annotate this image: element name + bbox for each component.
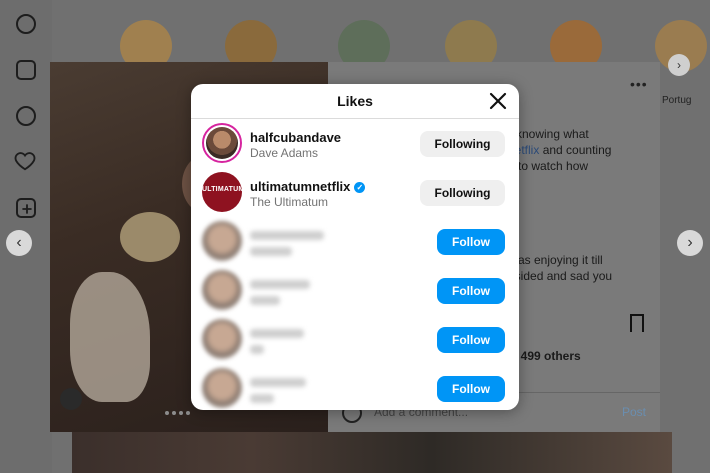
like-row: Follow (191, 266, 519, 315)
blurred-username (250, 329, 304, 338)
full-name: The Ultimatum (250, 195, 329, 209)
follow-button[interactable]: Follow (437, 376, 505, 402)
next-post-arrow-icon[interactable]: › (677, 230, 703, 256)
avatar[interactable] (202, 368, 242, 408)
following-button[interactable]: Following (420, 131, 505, 157)
likes-list[interactable]: halfcubandave Dave Adams Following ULTIM… (191, 119, 519, 410)
save-bookmark-icon[interactable] (630, 314, 644, 332)
like-row: halfcubandave Dave Adams Following (191, 119, 519, 168)
messenger-icon[interactable] (16, 106, 36, 126)
caption-line: to watch how (518, 159, 589, 173)
reels-icon[interactable] (16, 60, 36, 80)
avatar[interactable] (202, 123, 242, 163)
username[interactable]: halfcubandave (250, 130, 341, 145)
username-text: ultimatumnetflix (250, 179, 351, 194)
full-name: Dave Adams (250, 146, 319, 160)
blurred-full-name (250, 247, 292, 256)
follow-button[interactable]: Follow (437, 278, 505, 304)
following-button[interactable]: Following (420, 180, 505, 206)
caption-text: and counting (539, 143, 612, 157)
close-icon[interactable] (487, 90, 509, 112)
comment-line: as enjoying it till (518, 253, 603, 267)
avatar[interactable] (202, 270, 242, 310)
blurred-full-name (250, 394, 274, 403)
likes-dialog-header: Likes (191, 84, 519, 119)
blurred-username (250, 280, 310, 289)
likes-dialog-title: Likes (337, 93, 373, 109)
blurred-full-name (250, 296, 280, 305)
post-image-detail (70, 272, 150, 402)
username[interactable]: ultimatumnetflix ✓ (250, 179, 366, 194)
caption-line: knowing what (516, 127, 589, 141)
previous-post-arrow-icon[interactable]: ‹ (6, 230, 32, 256)
caption-line: netflix and counting (508, 142, 611, 158)
likes-dialog: Likes halfcubandave Dave Adams Following… (191, 84, 519, 410)
more-options-icon[interactable]: ••• (630, 76, 648, 92)
like-row: Follow (191, 315, 519, 364)
explore-icon[interactable] (16, 14, 36, 34)
stories-row (70, 20, 710, 72)
feed-thumbnails-row (72, 432, 672, 473)
ultimatum-logo: ULTIMATUM (202, 186, 242, 193)
like-row: Follow (191, 364, 519, 410)
avatar[interactable] (202, 221, 242, 261)
follow-button[interactable]: Follow (437, 327, 505, 353)
story-label: Portug (662, 95, 692, 106)
create-icon[interactable] (16, 198, 36, 218)
comment-line: dsided and sad you (508, 269, 613, 283)
avatar[interactable] (202, 319, 242, 359)
blurred-username (250, 378, 306, 387)
like-row: Follow (191, 217, 519, 266)
post-image-detail (120, 212, 180, 262)
verified-badge-icon: ✓ (354, 182, 366, 193)
like-row: ULTIMATUM ultimatumnetflix ✓ The Ultimatu… (191, 168, 519, 217)
user-tag-icon[interactable] (60, 388, 82, 410)
follow-button[interactable]: Follow (437, 229, 505, 255)
notifications-heart-icon[interactable] (14, 152, 36, 172)
blurred-username (250, 231, 324, 240)
blurred-full-name (250, 345, 264, 354)
stories-next-arrow[interactable]: › (668, 54, 690, 76)
likes-summary[interactable]: d 499 others (510, 348, 581, 364)
post-comment-button[interactable]: Post (622, 405, 646, 419)
avatar[interactable]: ULTIMATUM (202, 172, 242, 212)
